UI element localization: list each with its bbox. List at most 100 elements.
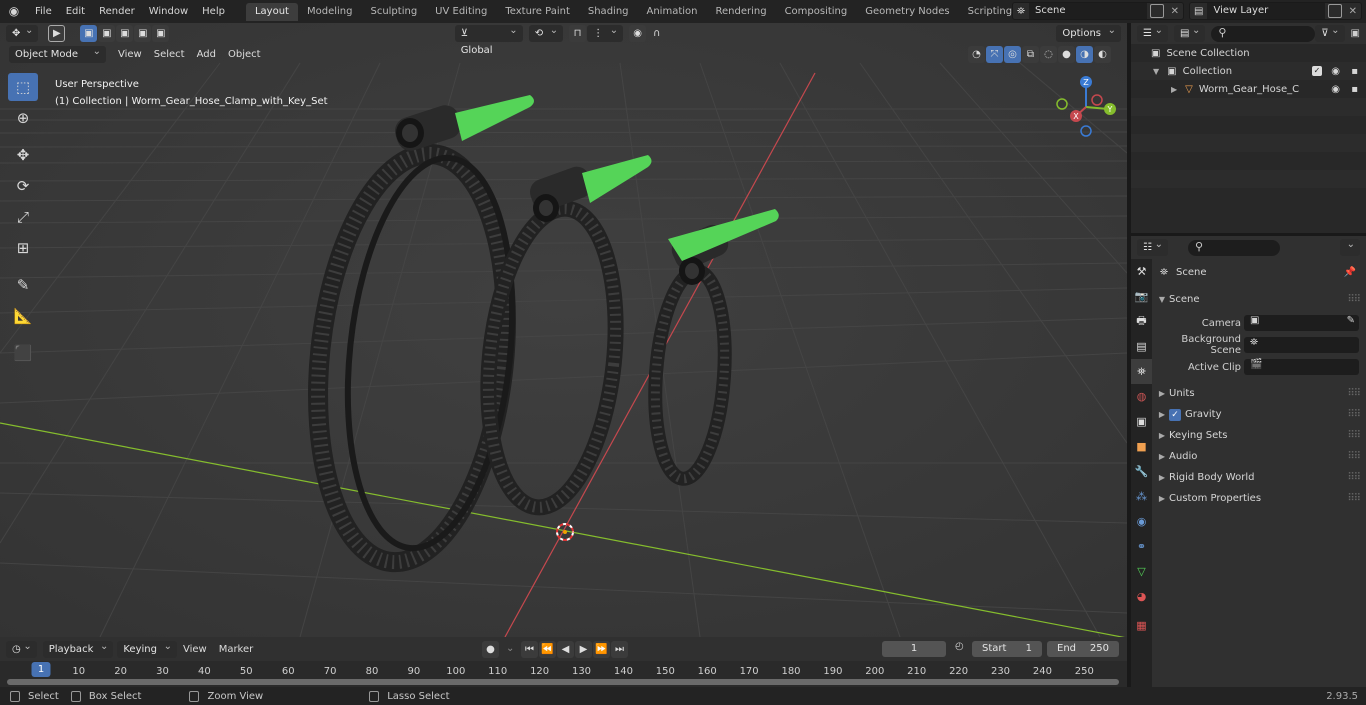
camera-icon[interactable]: ▪	[1351, 66, 1358, 77]
material-tab-icon[interactable]: ◕	[1131, 584, 1152, 609]
select-subtract-icon[interactable]: ▣	[116, 25, 134, 42]
cursor-tool-icon[interactable]: ⊕	[8, 104, 38, 132]
menu-file[interactable]: File	[28, 0, 59, 23]
display-mode-dropdown[interactable]: ▤	[1173, 22, 1206, 42]
tab-texture-paint[interactable]: Texture Paint	[496, 3, 579, 21]
tool-tab-icon[interactable]: ⚒	[1131, 259, 1152, 284]
3d-viewport[interactable]: Z Y X ✥ ▶ ▣ ▣ ▣ ▣ ▣ ⊻ Global ⟲ ⊓ ⋮ ◉ ∩ O…	[0, 23, 1127, 637]
outliner-editor-type-dropdown[interactable]: ☰	[1137, 22, 1168, 42]
texture-tab-icon[interactable]: ▦	[1131, 613, 1152, 638]
eye-icon[interactable]: ◉	[1331, 84, 1340, 95]
camera-field[interactable]: ▣ ✎	[1244, 315, 1359, 331]
drag-grip-icon[interactable]: ⠿⠿	[1347, 493, 1361, 504]
audio-panel-header[interactable]: ▶ Audio ⠿⠿	[1152, 446, 1366, 467]
select-tool-icon[interactable]: ▶	[48, 25, 66, 42]
keying-menu[interactable]: Keying	[117, 638, 177, 658]
play-icon[interactable]: ▶	[575, 641, 592, 658]
add-cube-tool-icon[interactable]: ⬛	[8, 339, 38, 367]
tab-sculpting[interactable]: Sculpting	[361, 3, 426, 21]
scene-name-field[interactable]: Scene	[1029, 3, 1147, 19]
scene-panel-header[interactable]: ▼ Scene ⠿⠿	[1152, 289, 1366, 310]
falloff-icon[interactable]: ∩	[647, 25, 666, 42]
annotate-tool-icon[interactable]: ✎	[8, 271, 38, 299]
drag-grip-icon[interactable]: ⠿⠿	[1347, 388, 1361, 399]
exclude-checkbox[interactable]: ✓	[1312, 66, 1322, 76]
gizmo-toggle-icon[interactable]: ⤧	[986, 46, 1003, 63]
output-tab-icon[interactable]: 🖶	[1131, 309, 1152, 334]
record-icon[interactable]: ●	[482, 641, 499, 658]
properties-options-dropdown[interactable]	[1340, 236, 1360, 256]
new-scene-icon[interactable]	[1149, 4, 1164, 18]
timeline-editor-type-dropdown[interactable]: ◷	[6, 638, 37, 658]
drag-grip-icon[interactable]: ⠿⠿	[1347, 451, 1361, 462]
jump-next-keyframe-icon[interactable]: ⏩	[593, 641, 610, 658]
filter-dropdown[interactable]: ⊽	[1315, 22, 1345, 42]
rigid-body-world-panel-header[interactable]: ▶ Rigid Body World ⠿⠿	[1152, 467, 1366, 488]
blender-logo-icon[interactable]: ◉	[0, 0, 28, 23]
current-frame-field[interactable]: 1	[882, 641, 946, 657]
snap-icon[interactable]: ⊓	[569, 25, 587, 42]
close-icon[interactable]: ✕	[1171, 6, 1179, 17]
new-view-layer-icon[interactable]	[1327, 4, 1342, 18]
constraints-tab-icon[interactable]: ⚭	[1131, 534, 1152, 559]
menu-help[interactable]: Help	[195, 0, 232, 23]
select-box-tool-icon[interactable]: ⬚	[8, 73, 38, 101]
scene-selector[interactable]: ⛯ Scene ✕	[1012, 2, 1184, 20]
tab-shading[interactable]: Shading	[579, 3, 638, 21]
overlay-toggle-icon[interactable]: ◎	[1004, 46, 1021, 63]
rotate-tool-icon[interactable]: ⟳	[8, 172, 38, 200]
measure-tool-icon[interactable]: 📐	[8, 302, 38, 330]
eyedropper-icon[interactable]: ✎	[1347, 315, 1355, 326]
xray-icon[interactable]: ⧉	[1022, 46, 1039, 63]
menu-view[interactable]: View	[112, 46, 148, 63]
transform-orientation-dropdown[interactable]: ⊻ Global	[454, 23, 523, 56]
tab-modeling[interactable]: Modeling	[298, 3, 362, 21]
eye-icon[interactable]: ◉	[1331, 66, 1340, 77]
gravity-panel-header[interactable]: ▶ ✓ Gravity ⠿⠿	[1152, 404, 1366, 425]
rendered-shading-icon[interactable]: ◐	[1094, 46, 1111, 63]
material-shading-icon[interactable]: ◑	[1076, 46, 1093, 63]
auto-key-dropdown[interactable]: ⌄	[500, 640, 520, 657]
select-extend-icon[interactable]: ▣	[98, 25, 116, 42]
mode-dropdown[interactable]: Object Mode	[9, 43, 106, 63]
scale-tool-icon[interactable]: ⤢	[8, 203, 38, 231]
units-panel-header[interactable]: ▶ Units ⠿⠿	[1152, 383, 1366, 404]
timeline-view-menu[interactable]: View	[177, 641, 213, 658]
jump-start-icon[interactable]: ⏮	[521, 641, 538, 658]
end-frame-field[interactable]: End 250	[1047, 641, 1119, 657]
object-tab-icon[interactable]: ■	[1131, 434, 1152, 459]
playhead-frame-marker[interactable]: 1	[31, 662, 51, 677]
editor-type-dropdown[interactable]: ✥	[6, 23, 39, 42]
menu-window[interactable]: Window	[142, 0, 195, 23]
marker-menu[interactable]: Marker	[213, 641, 260, 658]
proportional-edit-icon[interactable]: ◉	[629, 25, 647, 42]
options-dropdown[interactable]: Options	[1056, 23, 1121, 42]
pin-icon[interactable]: 📌	[1344, 267, 1356, 278]
frame-ruler[interactable]: 1 10 20 30 40 50 60 70 80 90 100 110 120 130 140 150 16…	[0, 661, 1127, 681]
select-intersect-icon[interactable]: ▣	[152, 25, 170, 42]
timeline-scrollbar[interactable]	[7, 679, 1119, 685]
outliner-row-object[interactable]: ▶ ▽ Worm_Gear_Hose_Clamp ◉ ▪	[1131, 80, 1366, 98]
tab-geometry-nodes[interactable]: Geometry Nodes	[856, 3, 958, 21]
world-tab-icon[interactable]: ◍	[1131, 384, 1152, 409]
outliner-search-input[interactable]	[1211, 25, 1316, 42]
tab-uv-editing[interactable]: UV Editing	[426, 3, 496, 21]
view-layer-field[interactable]: View Layer	[1207, 3, 1325, 19]
physics-tab-icon[interactable]: ◉	[1131, 509, 1152, 534]
drag-grip-icon[interactable]: ⠿⠿	[1347, 472, 1361, 483]
data-tab-icon[interactable]: ▽	[1131, 559, 1152, 584]
tab-rendering[interactable]: Rendering	[706, 3, 775, 21]
menu-add[interactable]: Add	[191, 46, 222, 63]
view-layer-tab-icon[interactable]: ▤	[1131, 334, 1152, 359]
background-scene-field[interactable]: ⛯	[1244, 337, 1359, 353]
menu-render[interactable]: Render	[92, 0, 142, 23]
tab-layout[interactable]: Layout	[245, 2, 298, 21]
outliner-row-collection[interactable]: ▼ ▣ Collection ✓ ◉ ▪	[1131, 62, 1366, 80]
outliner-row-scene-collection[interactable]: ▣ Scene Collection	[1131, 44, 1366, 62]
solid-shading-icon[interactable]: ●	[1058, 46, 1075, 63]
jump-end-icon[interactable]: ⏭	[611, 641, 628, 658]
select-invert-icon[interactable]: ▣	[134, 25, 152, 42]
stopwatch-icon[interactable]: ◴	[955, 641, 964, 652]
render-tab-icon[interactable]: 📷	[1131, 284, 1152, 309]
menu-object[interactable]: Object	[222, 46, 267, 63]
